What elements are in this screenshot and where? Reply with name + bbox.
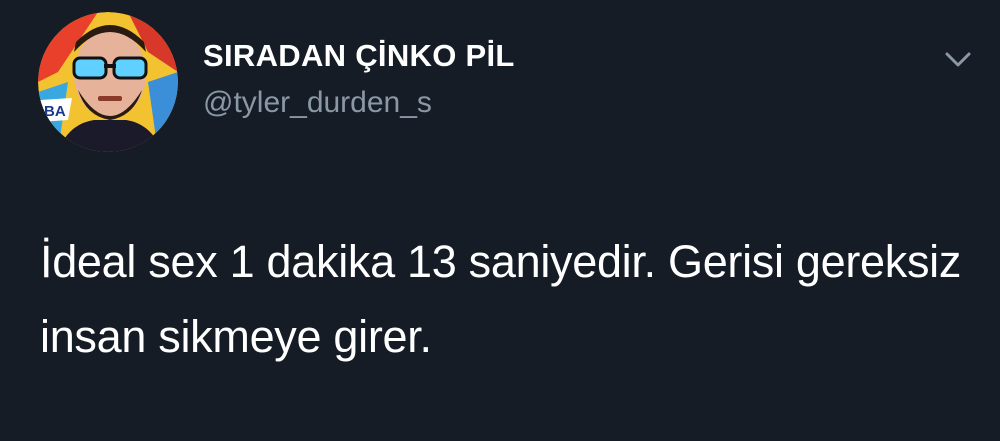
tweet-card: BA SIRADAN ÇİNKO PİL @tyler_durden_s İde… xyxy=(0,0,1000,441)
tweet-text: İdeal sex 1 dakika 13 saniyedir. Gerisi … xyxy=(40,236,962,362)
chevron-down-icon-graphic xyxy=(945,52,971,67)
avatar[interactable]: BA xyxy=(38,12,178,152)
chevron-down-icon[interactable] xyxy=(940,44,976,74)
avatar-badge-text: BA xyxy=(44,103,66,120)
user-handle[interactable]: @tyler_durden_s xyxy=(203,86,432,120)
display-name[interactable]: SIRADAN ÇİNKO PİL xyxy=(203,38,515,74)
avatar-image: BA xyxy=(38,12,178,152)
